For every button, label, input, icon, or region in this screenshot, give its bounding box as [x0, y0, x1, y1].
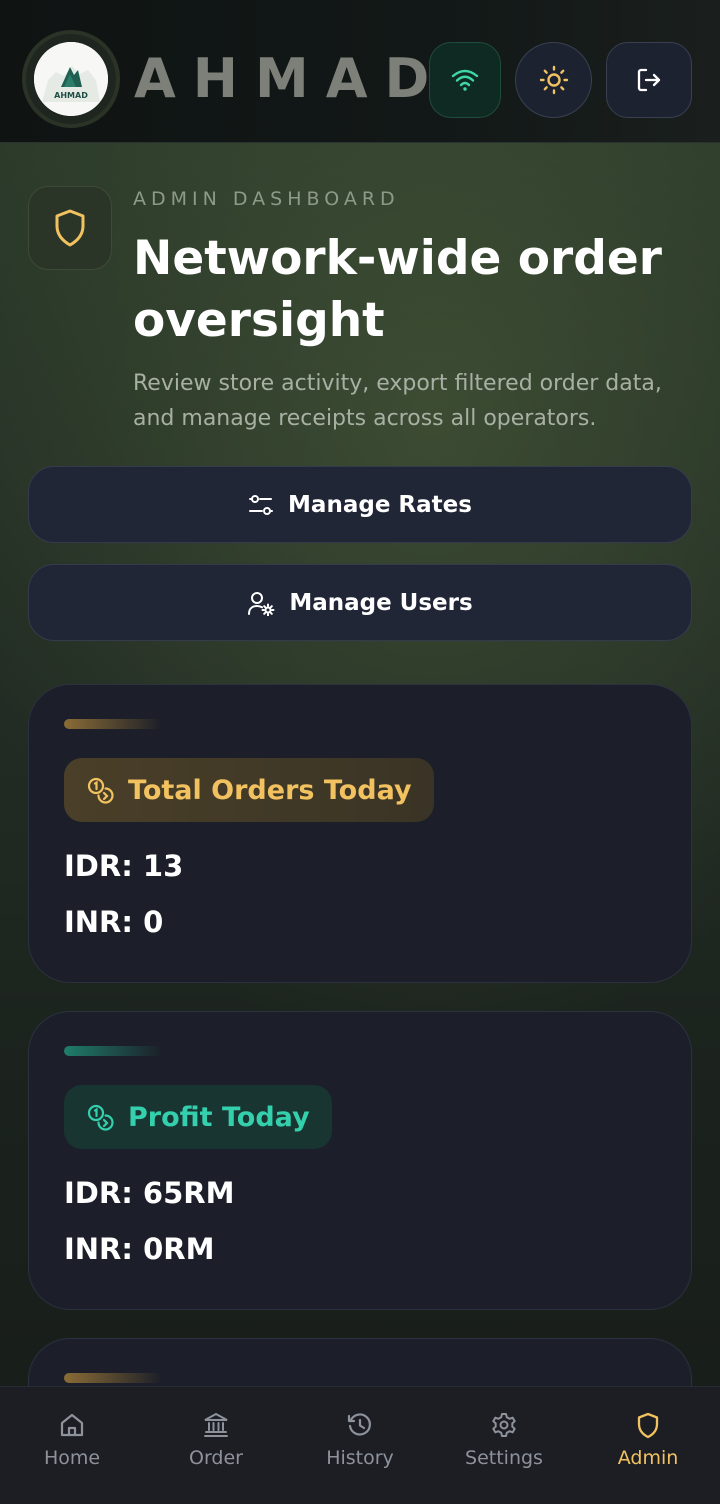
- card-accent-bar: [64, 1373, 162, 1383]
- manage-users-label: Manage Users: [289, 589, 473, 616]
- logo-mark-icon: AHMAD: [34, 42, 108, 116]
- card-accent-bar: [64, 1046, 162, 1056]
- nav-label-history: History: [326, 1447, 394, 1469]
- shield-icon: [55, 209, 85, 247]
- brand-name: AHMAD: [134, 47, 447, 110]
- nav-item-home[interactable]: Home: [0, 1387, 144, 1504]
- history-icon: [347, 1413, 371, 1436]
- coins-icon: [87, 1104, 114, 1131]
- bank-icon: [204, 1412, 228, 1437]
- nav-item-history[interactable]: History: [288, 1387, 432, 1504]
- profit-inr-value: INR: 0RM: [64, 1232, 215, 1266]
- bottom-navigation: Home Order History Settings Admin: [0, 1386, 720, 1504]
- logout-button[interactable]: [606, 42, 692, 118]
- page-eyebrow: ADMIN DASHBOARD: [133, 188, 400, 210]
- nav-label-home: Home: [43, 1447, 101, 1469]
- total-orders-badge: Total Orders Today: [64, 758, 434, 822]
- profit-idr-value: IDR: 65RM: [64, 1176, 235, 1210]
- page-subtitle: Review store activity, export filtered o…: [133, 371, 662, 431]
- theme-toggle-button[interactable]: [515, 42, 592, 118]
- manage-users-button[interactable]: Manage Users: [28, 564, 692, 641]
- card-accent-bar: [64, 719, 162, 729]
- nav-item-settings[interactable]: Settings: [432, 1387, 576, 1504]
- user-gear-icon: [248, 591, 275, 616]
- profit-today-card: Profit Today IDR: 65RM INR: 0RM: [28, 1011, 692, 1310]
- profit-today-label: Profit Today: [128, 1101, 310, 1133]
- page-title: Network-wide order oversight: [133, 231, 662, 348]
- sun-icon: [539, 65, 568, 95]
- nav-item-admin[interactable]: Admin: [576, 1387, 720, 1504]
- total-orders-label: Total Orders Today: [128, 774, 412, 806]
- app-screen: AHMAD AHMAD ADMIN DASHBOARD Network-wide…: [0, 0, 720, 1504]
- coins-icon: [87, 777, 114, 804]
- connection-button[interactable]: [429, 42, 501, 118]
- wifi-icon: [451, 69, 479, 91]
- gear-icon: [492, 1413, 516, 1437]
- total-orders-card: Total Orders Today IDR: 13 INR: 0: [28, 684, 692, 983]
- orders-inr-value: INR: 0: [64, 905, 164, 939]
- orders-idr-value: IDR: 13: [64, 849, 184, 883]
- avatar[interactable]: AHMAD: [22, 30, 120, 128]
- profit-today-badge: Profit Today: [64, 1085, 332, 1149]
- nav-label-admin: Admin: [617, 1447, 679, 1469]
- shield-icon: [637, 1412, 659, 1439]
- nav-item-order[interactable]: Order: [144, 1387, 288, 1504]
- nav-label-order: Order: [189, 1447, 243, 1469]
- logout-icon: [637, 68, 661, 92]
- home-icon: [60, 1413, 84, 1437]
- brand-logo: AHMAD: [34, 42, 108, 116]
- manage-rates-button[interactable]: Manage Rates: [28, 466, 692, 543]
- manage-rates-label: Manage Rates: [288, 491, 472, 518]
- nav-label-settings: Settings: [465, 1447, 543, 1469]
- logo-text: AHMAD: [54, 91, 88, 100]
- sliders-icon: [249, 494, 274, 515]
- top-header: AHMAD AHMAD: [0, 0, 720, 143]
- admin-shield-badge: [28, 186, 112, 270]
